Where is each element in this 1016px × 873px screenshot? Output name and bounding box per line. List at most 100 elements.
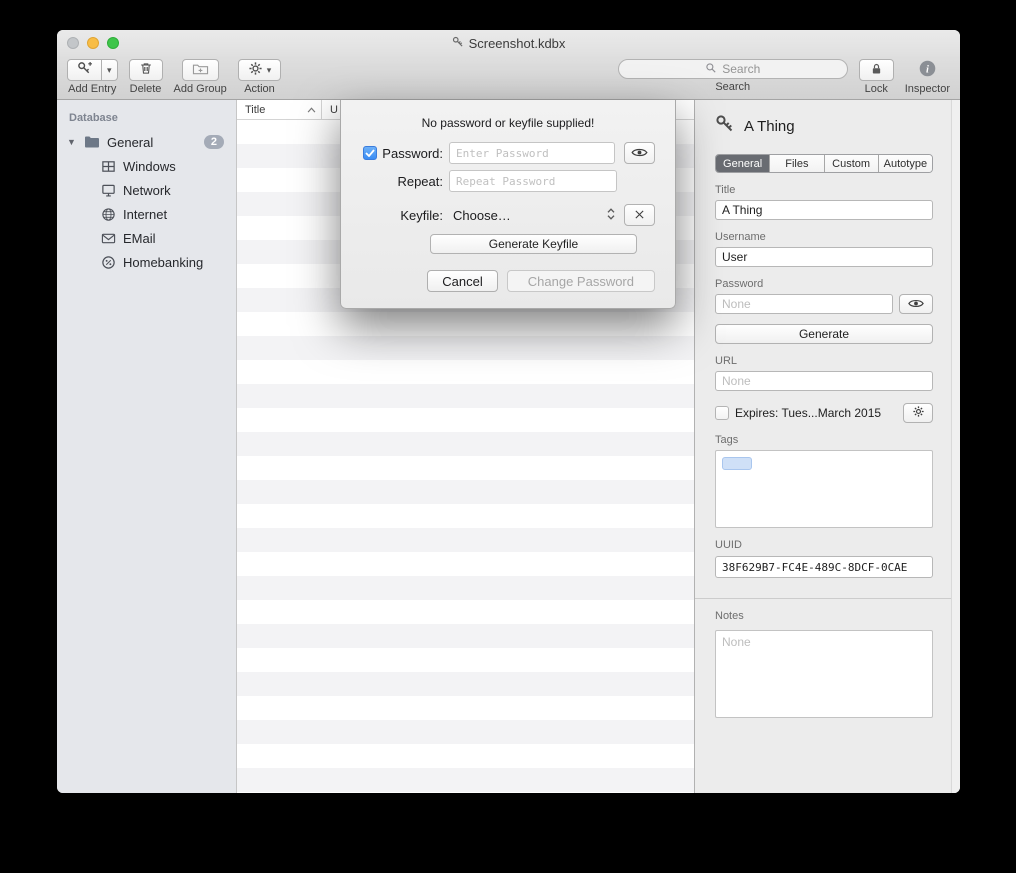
sidebar-item-label: Windows xyxy=(123,159,176,174)
url-field-label: URL xyxy=(715,355,933,367)
folder-icon xyxy=(84,135,100,149)
sort-ascending-icon xyxy=(307,104,316,116)
sidebar-group-label: General xyxy=(107,135,153,150)
coin-percent-icon xyxy=(101,255,116,270)
search-input[interactable]: Search xyxy=(618,59,848,79)
search-label: Search xyxy=(715,81,750,93)
sidebar-item-homebanking[interactable]: Homebanking xyxy=(57,250,236,274)
close-button[interactable] xyxy=(67,37,79,49)
notes-field[interactable] xyxy=(715,630,933,718)
password-label: Password: xyxy=(382,146,443,161)
password-checkbox[interactable] xyxy=(363,146,377,160)
gear-icon xyxy=(912,405,925,421)
clear-keyfile-button[interactable] xyxy=(624,204,655,226)
uuid-field[interactable] xyxy=(715,556,933,578)
password-field[interactable] xyxy=(715,294,893,314)
username-field[interactable] xyxy=(715,247,933,267)
tab-general[interactable]: General xyxy=(716,155,770,172)
add-entry-dropdown-button[interactable]: ▾ xyxy=(102,59,118,81)
search-icon xyxy=(705,62,717,77)
keyfile-popup[interactable]: Choose… xyxy=(449,207,615,224)
password-field-label: Password xyxy=(715,278,933,290)
sidebar-item-internet[interactable]: Internet xyxy=(57,202,236,226)
password-input[interactable] xyxy=(449,142,615,164)
expires-checkbox[interactable] xyxy=(715,406,729,420)
info-icon: i xyxy=(918,59,937,81)
add-group-button[interactable] xyxy=(182,59,219,81)
gear-icon xyxy=(248,61,263,79)
sidebar-item-label: Homebanking xyxy=(123,255,203,270)
toolbar-item-inspector: i Inspector xyxy=(905,59,950,95)
search-placeholder: Search xyxy=(722,62,760,76)
add-entry-button[interactable] xyxy=(67,59,102,81)
uuid-label: UUID xyxy=(715,539,933,551)
sidebar-item-network[interactable]: Network xyxy=(57,178,236,202)
lock-icon xyxy=(870,62,883,79)
expires-label: Expires: Tues...March 2015 xyxy=(735,406,881,420)
window-title: Screenshot.kdbx xyxy=(452,36,566,51)
tag-token[interactable] xyxy=(722,457,752,470)
document-icon xyxy=(452,36,464,51)
sidebar-item-email[interactable]: EMail xyxy=(57,226,236,250)
toolbar-item-lock: Lock xyxy=(859,59,894,95)
minimize-button[interactable] xyxy=(87,37,99,49)
folder-plus-icon xyxy=(192,61,209,79)
tab-autotype[interactable]: Autotype xyxy=(879,155,932,172)
inspector-toggle-button[interactable]: i xyxy=(908,59,947,81)
change-password-button[interactable]: Change Password xyxy=(507,270,655,292)
inspector-panel: A Thing General Files Custom Autotype Ti… xyxy=(695,100,960,793)
envelope-icon xyxy=(101,231,116,246)
toolbar: ▾ Add Entry Delete Add Group xyxy=(57,56,960,100)
keyfile-popup-value: Choose… xyxy=(453,208,511,223)
column-username-text: U xyxy=(330,104,338,116)
sidebar: Database ▼ General 2 Windows Networ xyxy=(57,100,237,793)
close-icon xyxy=(634,208,645,223)
window-title-text: Screenshot.kdbx xyxy=(469,36,566,51)
url-field[interactable] xyxy=(715,371,933,391)
column-header-title[interactable]: Title xyxy=(237,100,322,119)
toolbar-item-search: Search Search xyxy=(618,59,848,93)
tags-field[interactable] xyxy=(715,450,933,528)
generate-password-button[interactable]: Generate xyxy=(715,324,933,344)
reveal-password-button[interactable] xyxy=(624,142,655,164)
key-plus-icon xyxy=(77,61,92,79)
tab-files[interactable]: Files xyxy=(770,155,824,172)
inspector-tabs: General Files Custom Autotype xyxy=(715,154,933,173)
lock-button[interactable] xyxy=(859,59,894,81)
repeat-input[interactable] xyxy=(449,170,617,192)
network-icon xyxy=(101,183,116,198)
inspector-label: Inspector xyxy=(905,83,950,95)
tab-custom[interactable]: Custom xyxy=(825,155,879,172)
sidebar-item-label: Internet xyxy=(123,207,167,222)
windows-icon xyxy=(101,159,116,174)
expires-settings-button[interactable] xyxy=(903,403,933,423)
column-title-text: Title xyxy=(245,104,265,116)
generate-keyfile-button[interactable]: Generate Keyfile xyxy=(430,234,637,254)
action-button[interactable]: ▾ xyxy=(238,59,282,81)
globe-icon xyxy=(101,207,116,222)
delete-button[interactable] xyxy=(129,59,163,81)
app-window: Screenshot.kdbx ▾ Add Entry xyxy=(57,30,960,793)
inspector-scrollbar[interactable] xyxy=(951,100,960,793)
disclosure-triangle-icon[interactable]: ▼ xyxy=(67,137,77,147)
title-field[interactable] xyxy=(715,200,933,220)
toolbar-item-action: ▾ Action xyxy=(238,59,282,95)
zoom-button[interactable] xyxy=(107,37,119,49)
chevron-down-icon: ▾ xyxy=(107,66,112,75)
change-password-sheet: No password or keyfile supplied! Passwor… xyxy=(340,100,676,309)
repeat-label: Repeat: xyxy=(397,174,443,189)
content-area: Database ▼ General 2 Windows Networ xyxy=(57,100,960,793)
toolbar-item-add-entry: ▾ Add Entry xyxy=(67,59,118,95)
titlebar: Screenshot.kdbx xyxy=(57,30,960,56)
eye-icon xyxy=(908,297,924,312)
sidebar-group-general[interactable]: ▼ General 2 xyxy=(57,130,236,154)
cancel-button[interactable]: Cancel xyxy=(427,270,497,292)
svg-text:i: i xyxy=(926,64,929,75)
keyfile-label: Keyfile: xyxy=(400,208,443,223)
tags-label: Tags xyxy=(715,434,933,446)
reveal-password-button[interactable] xyxy=(899,294,933,314)
sidebar-item-windows[interactable]: Windows xyxy=(57,154,236,178)
expires-row: Expires: Tues...March 2015 xyxy=(715,403,933,423)
stepper-icon xyxy=(607,207,615,224)
lock-label: Lock xyxy=(865,83,888,95)
